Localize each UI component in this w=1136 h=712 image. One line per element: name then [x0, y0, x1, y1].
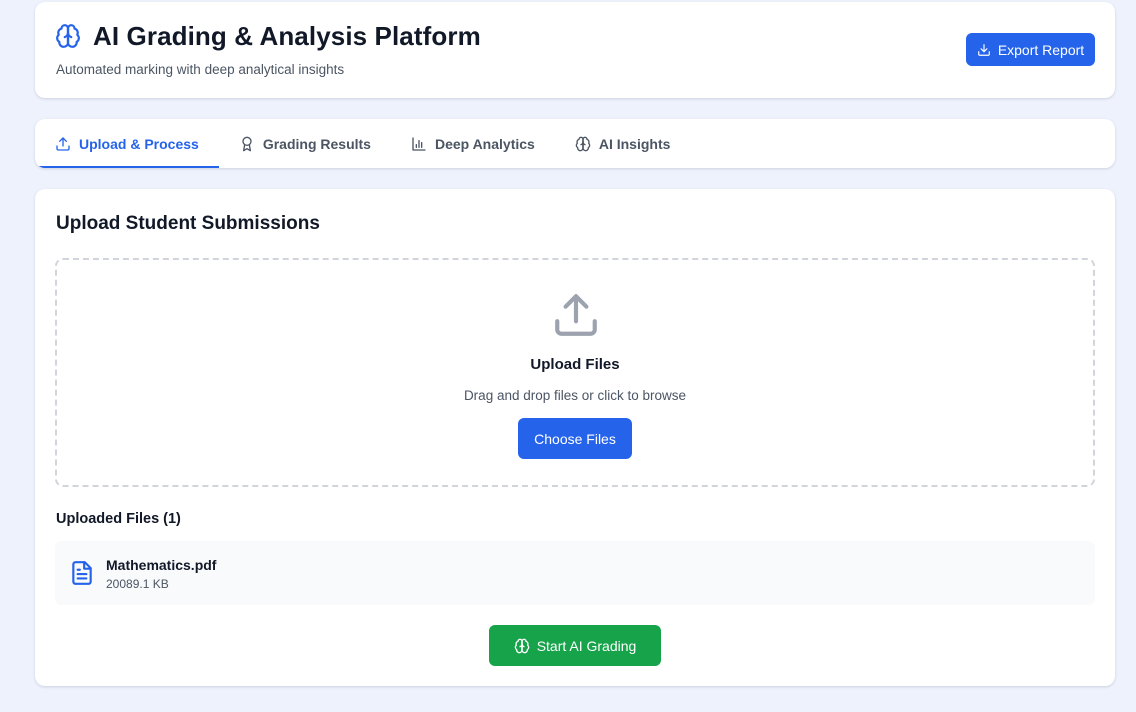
tab-label: AI Insights	[598, 135, 671, 152]
dropzone-hint: Drag and drop files or click to browse	[463, 388, 687, 403]
start-ai-grading-label: Start AI Grading	[536, 637, 637, 654]
upload-panel: Upload Student Submissions Upload Files …	[35, 189, 1115, 686]
uploaded-files-heading: Uploaded Files (1)	[56, 511, 181, 527]
export-report-button[interactable]: Export Report	[966, 33, 1095, 66]
award-icon	[239, 136, 255, 152]
brain-icon	[575, 136, 591, 152]
page-title: AI Grading & Analysis Platform	[93, 21, 481, 51]
upload-icon	[55, 136, 71, 152]
start-ai-grading-button[interactable]: Start AI Grading	[489, 625, 661, 666]
file-text-icon	[69, 559, 95, 587]
export-report-label: Export Report	[997, 41, 1085, 58]
choose-files-button[interactable]: Choose Files	[518, 418, 632, 459]
list-item: Mathematics.pdf 20089.1 KB	[55, 541, 1095, 605]
tab-grading-results[interactable]: Grading Results	[219, 119, 391, 168]
bar-chart-icon	[411, 136, 427, 152]
file-dropzone[interactable]: Upload Files Drag and drop files or clic…	[55, 258, 1095, 487]
download-icon	[977, 43, 991, 57]
section-title: Upload Student Submissions	[56, 213, 320, 234]
tab-label: Deep Analytics	[434, 135, 535, 152]
file-size: 20089.1 KB	[106, 577, 169, 591]
brain-icon	[514, 638, 530, 654]
brain-icon	[55, 23, 81, 49]
tab-label: Grading Results	[262, 135, 371, 152]
tab-label: Upload & Process	[79, 135, 199, 152]
page-subtitle: Automated marking with deep analytical i…	[56, 62, 345, 77]
app-header: AI Grading & Analysis Platform Automated…	[35, 2, 1115, 98]
tab-deep-analytics[interactable]: Deep Analytics	[391, 119, 555, 168]
file-name: Mathematics.pdf	[106, 557, 217, 573]
upload-icon	[551, 290, 601, 340]
tab-upload-process[interactable]: Upload & Process	[35, 119, 219, 168]
dropzone-title: Upload Files	[530, 356, 620, 373]
tab-bar: Upload & Process Grading Results Deep An…	[35, 119, 1115, 168]
tab-ai-insights[interactable]: AI Insights	[555, 119, 691, 168]
